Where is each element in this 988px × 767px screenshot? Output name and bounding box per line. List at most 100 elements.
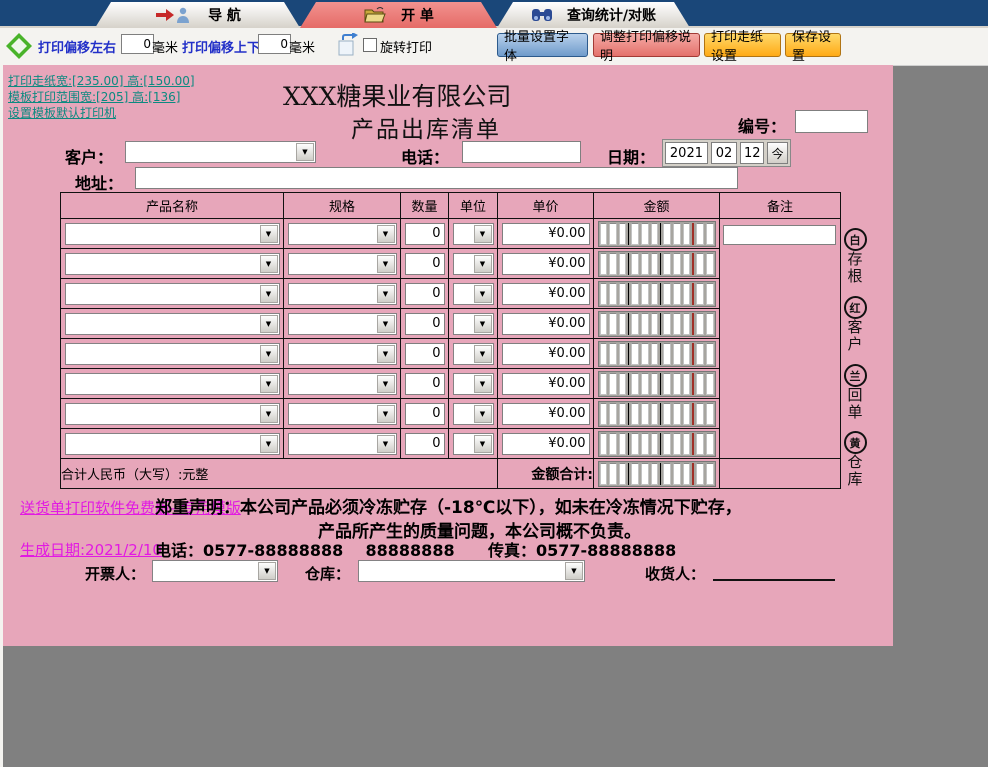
date-year-input[interactable]: 2021 bbox=[665, 142, 708, 164]
spec-combobox[interactable]: ▼ bbox=[288, 253, 397, 275]
price-input[interactable] bbox=[502, 313, 590, 335]
spec-combobox[interactable]: ▼ bbox=[288, 313, 397, 335]
paper-setup-button[interactable]: 打印走纸设置 bbox=[704, 33, 781, 57]
qty-input[interactable] bbox=[405, 343, 445, 365]
price-input[interactable] bbox=[502, 433, 590, 455]
chevron-down-icon[interactable]: ▼ bbox=[565, 562, 583, 580]
qty-input[interactable] bbox=[405, 433, 445, 455]
template-range-link[interactable]: 模板打印范围宽:[205] 高:[136] bbox=[8, 88, 180, 105]
chevron-down-icon[interactable]: ▼ bbox=[260, 255, 278, 273]
spec-combobox[interactable]: ▼ bbox=[288, 223, 397, 245]
offset-help-button[interactable]: 调整打印偏移说明 bbox=[593, 33, 700, 57]
tab-billing[interactable]: 开 单 bbox=[300, 2, 497, 28]
chevron-down-icon[interactable]: ▼ bbox=[377, 375, 395, 393]
save-settings-button[interactable]: 保存设置 bbox=[785, 33, 841, 57]
diamond-nav-icon[interactable] bbox=[5, 32, 33, 60]
unit-combobox[interactable]: ▼ bbox=[453, 223, 494, 245]
chevron-down-icon[interactable]: ▼ bbox=[474, 435, 492, 453]
qty-input[interactable] bbox=[405, 253, 445, 275]
qty-input[interactable] bbox=[405, 373, 445, 395]
unit-combobox[interactable]: ▼ bbox=[453, 433, 494, 455]
price-input[interactable] bbox=[502, 253, 590, 275]
unit-combobox[interactable]: ▼ bbox=[453, 313, 494, 335]
spec-combobox[interactable]: ▼ bbox=[288, 373, 397, 395]
default-printer-link[interactable]: 设置模板默认打印机 bbox=[8, 104, 116, 121]
qty-input[interactable] bbox=[405, 403, 445, 425]
offset-ud-input[interactable] bbox=[258, 34, 291, 54]
spec-combobox[interactable]: ▼ bbox=[288, 433, 397, 455]
chevron-down-icon[interactable]: ▼ bbox=[260, 435, 278, 453]
product-combobox[interactable]: ▼ bbox=[65, 373, 280, 395]
chevron-down-icon[interactable]: ▼ bbox=[296, 143, 314, 161]
product-combobox[interactable]: ▼ bbox=[65, 283, 280, 305]
generated-date-link[interactable]: 生成日期:2021/2/10 bbox=[20, 539, 162, 560]
chevron-down-icon[interactable]: ▼ bbox=[260, 285, 278, 303]
issuer-combobox[interactable]: ▼ bbox=[152, 560, 278, 582]
chevron-down-icon[interactable]: ▼ bbox=[377, 345, 395, 363]
product-combobox[interactable]: ▼ bbox=[65, 403, 280, 425]
offset-lr-input[interactable] bbox=[121, 34, 154, 54]
col-spec: 规格 bbox=[284, 193, 401, 219]
tab-query-stats[interactable]: 查询统计/对账 bbox=[497, 2, 690, 28]
today-button[interactable]: 今 bbox=[767, 142, 788, 164]
chevron-down-icon[interactable]: ▼ bbox=[474, 345, 492, 363]
phone-label: 电话： bbox=[401, 144, 449, 168]
rotate-print-checkbox[interactable] bbox=[363, 38, 377, 52]
total-caps-label: 合计人民币（大写）:元整 bbox=[61, 459, 498, 489]
batch-font-button[interactable]: 批量设置字体 bbox=[497, 33, 588, 57]
address-input[interactable] bbox=[135, 167, 738, 189]
chevron-down-icon[interactable]: ▼ bbox=[474, 375, 492, 393]
product-combobox[interactable]: ▼ bbox=[65, 343, 280, 365]
chevron-down-icon[interactable]: ▼ bbox=[474, 255, 492, 273]
unit-combobox[interactable]: ▼ bbox=[453, 253, 494, 275]
price-input[interactable] bbox=[502, 403, 590, 425]
qty-input[interactable] bbox=[405, 223, 445, 245]
spec-combobox[interactable]: ▼ bbox=[288, 403, 397, 425]
chevron-down-icon[interactable]: ▼ bbox=[377, 255, 395, 273]
phone-input[interactable] bbox=[462, 141, 581, 163]
chevron-down-icon[interactable]: ▼ bbox=[377, 435, 395, 453]
chevron-down-icon[interactable]: ▼ bbox=[260, 375, 278, 393]
no-input[interactable] bbox=[795, 110, 868, 133]
chevron-down-icon[interactable]: ▼ bbox=[260, 225, 278, 243]
chevron-down-icon[interactable]: ▼ bbox=[260, 405, 278, 423]
amount-grid bbox=[598, 401, 716, 427]
price-input[interactable] bbox=[502, 373, 590, 395]
price-input[interactable] bbox=[502, 283, 590, 305]
qty-input[interactable] bbox=[405, 313, 445, 335]
chevron-down-icon[interactable]: ▼ bbox=[474, 315, 492, 333]
price-input[interactable] bbox=[502, 223, 590, 245]
unit-combobox[interactable]: ▼ bbox=[453, 283, 494, 305]
table-footer-row: 合计人民币（大写）:元整 金额合计: bbox=[61, 459, 841, 489]
amount-grid bbox=[598, 311, 716, 337]
customer-combobox[interactable]: ▼ bbox=[125, 141, 316, 163]
chevron-down-icon[interactable]: ▼ bbox=[377, 405, 395, 423]
chevron-down-icon[interactable]: ▼ bbox=[260, 345, 278, 363]
unit-combobox[interactable]: ▼ bbox=[453, 343, 494, 365]
date-month-input[interactable]: 02 bbox=[711, 142, 737, 164]
warehouse-combobox[interactable]: ▼ bbox=[358, 560, 585, 582]
rotate-print-label: 旋转打印 bbox=[380, 37, 432, 56]
chevron-down-icon[interactable]: ▼ bbox=[474, 405, 492, 423]
chevron-down-icon[interactable]: ▼ bbox=[377, 225, 395, 243]
product-combobox[interactable]: ▼ bbox=[65, 223, 280, 245]
qty-input[interactable] bbox=[405, 283, 445, 305]
spec-combobox[interactable]: ▼ bbox=[288, 343, 397, 365]
product-combobox[interactable]: ▼ bbox=[65, 433, 280, 455]
tab-navigation[interactable]: 导 航 bbox=[95, 2, 300, 28]
spec-combobox[interactable]: ▼ bbox=[288, 283, 397, 305]
unit-combobox[interactable]: ▼ bbox=[453, 403, 494, 425]
product-combobox[interactable]: ▼ bbox=[65, 313, 280, 335]
chevron-down-icon[interactable]: ▼ bbox=[377, 315, 395, 333]
price-input[interactable] bbox=[502, 343, 590, 365]
remark-input[interactable] bbox=[723, 225, 836, 245]
date-day-input[interactable]: 12 bbox=[740, 142, 764, 164]
chevron-down-icon[interactable]: ▼ bbox=[258, 562, 276, 580]
paper-size-link[interactable]: 打印走纸宽:[235.00] 高:[150.00] bbox=[8, 72, 195, 89]
chevron-down-icon[interactable]: ▼ bbox=[377, 285, 395, 303]
chevron-down-icon[interactable]: ▼ bbox=[474, 225, 492, 243]
chevron-down-icon[interactable]: ▼ bbox=[474, 285, 492, 303]
unit-combobox[interactable]: ▼ bbox=[453, 373, 494, 395]
chevron-down-icon[interactable]: ▼ bbox=[260, 315, 278, 333]
product-combobox[interactable]: ▼ bbox=[65, 253, 280, 275]
